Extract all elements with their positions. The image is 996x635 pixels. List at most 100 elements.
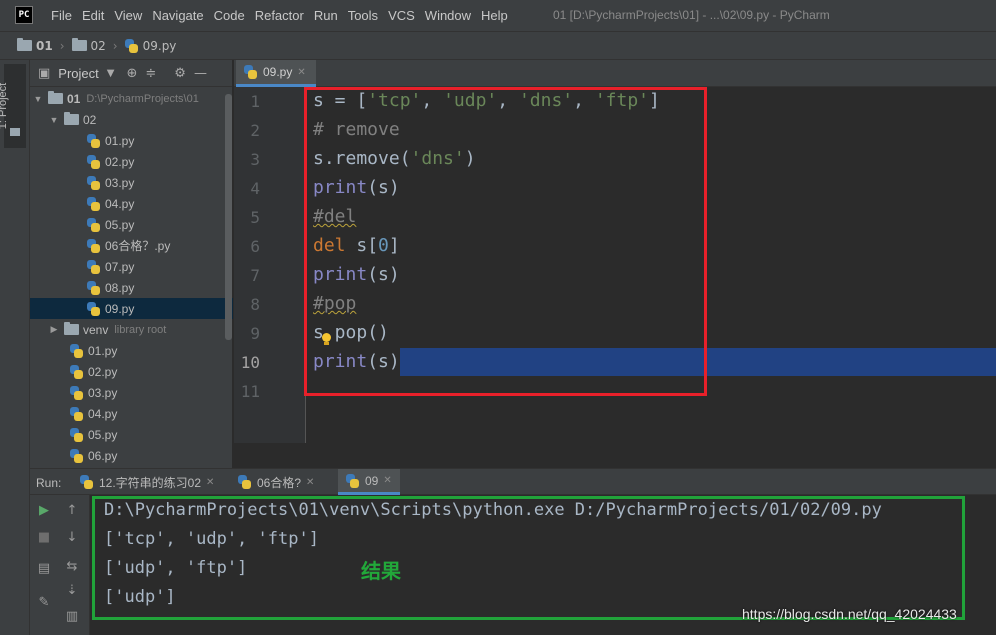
expand-arrow-icon[interactable]: ▼: [32, 94, 44, 104]
locate-target-icon[interactable]: ⊕: [126, 66, 137, 81]
python-file-icon: [87, 196, 101, 211]
text-selection: [400, 348, 996, 376]
tree-item-file[interactable]: 07.py: [30, 256, 233, 277]
close-icon[interactable]: ✕: [383, 475, 391, 486]
line-number: 7: [250, 266, 260, 285]
python-file-icon: [70, 427, 84, 442]
menu-file[interactable]: File: [46, 8, 77, 23]
run-tab-1[interactable]: 12.字符串的练习02 ✕: [72, 469, 222, 495]
code-line-2[interactable]: # remove: [313, 119, 400, 140]
menu-navigate[interactable]: Navigate: [147, 8, 208, 23]
line-number: 3: [250, 150, 260, 169]
project-tool-tab[interactable]: 1: Project: [0, 64, 26, 148]
print-icon[interactable]: ▥: [63, 607, 81, 625]
arrow-up-icon[interactable]: ↑: [63, 501, 81, 519]
code-line-6[interactable]: del s[0]: [313, 235, 400, 256]
tree-item-label: 02.py: [105, 154, 135, 169]
breadcrumb-file[interactable]: 09.py: [124, 38, 176, 53]
breadcrumb-folder[interactable]: 02: [71, 38, 106, 53]
tree-item-file[interactable]: 04.py: [30, 403, 233, 424]
menu-run[interactable]: Run: [309, 8, 343, 23]
tree-item-file[interactable]: 03.py: [30, 172, 233, 193]
soft-wrap-icon[interactable]: ⇆: [63, 557, 81, 575]
menu-vcs[interactable]: VCS: [383, 8, 420, 23]
breadcrumb-root[interactable]: 01: [17, 38, 53, 53]
project-scrollbar[interactable]: [225, 94, 232, 340]
tree-item-file[interactable]: 01.py: [30, 130, 233, 151]
menu-help[interactable]: Help: [476, 8, 513, 23]
code-line-4[interactable]: print(s): [313, 177, 400, 198]
code-editor[interactable]: s = ['tcp', 'udp', 'dns', 'ftp'] # remov…: [307, 87, 996, 443]
code-line-3[interactable]: s.remove('dns'): [313, 148, 476, 169]
breadcrumb-root-label: 01: [36, 38, 53, 53]
tree-item-file[interactable]: 03.py: [30, 382, 233, 403]
tree-item-file[interactable]: 05.py: [30, 424, 233, 445]
tree-item-folder[interactable]: ▼ 02: [30, 109, 233, 130]
run-toolbar: ▶ ↑ ■ ↓ ▤ ⇆ ⇣ ✎ ▥: [30, 495, 90, 635]
project-panel-header: ▣ Project ▼ ⊕ ≑ ⚙ —: [30, 60, 232, 87]
play-icon[interactable]: ▶: [35, 501, 53, 519]
close-icon[interactable]: ✕: [306, 477, 314, 488]
tree-item-label: 02.py: [88, 364, 118, 379]
tree-item-label: 08.py: [105, 280, 135, 295]
stop-icon[interactable]: ■: [35, 528, 53, 546]
window-title: 01 [D:\PycharmProjects\01] - ...\02\09.p…: [553, 8, 830, 22]
code-line-10[interactable]: print(s): [313, 351, 400, 372]
tree-item-file[interactable]: 01.py: [30, 340, 233, 361]
run-label: Run:: [36, 476, 62, 490]
tree-item-file[interactable]: 08.py: [30, 277, 233, 298]
editor-tabs: 09.py ✕: [234, 60, 996, 87]
menu-window[interactable]: Window: [420, 8, 476, 23]
chevron-down-icon[interactable]: ▼: [107, 68, 115, 79]
expand-arrow-icon[interactable]: ▼: [48, 115, 60, 125]
editor-bottom-area: [234, 443, 996, 468]
menu-tools[interactable]: Tools: [343, 8, 383, 23]
menu-view[interactable]: View: [109, 8, 147, 23]
run-tab-3[interactable]: 09 ✕: [338, 469, 400, 495]
tree-item-file[interactable]: 06.py: [30, 445, 233, 466]
scroll-to-end-icon[interactable]: ⇣: [63, 581, 81, 599]
python-file-icon: [87, 217, 101, 232]
tree-item-file[interactable]: 05.py: [30, 214, 233, 235]
project-panel-title[interactable]: Project: [58, 66, 98, 81]
pin-icon[interactable]: ✎: [35, 593, 53, 611]
expand-arrow-icon[interactable]: ▶: [48, 324, 60, 335]
folder-icon: [64, 322, 79, 335]
project-view-icon: ▣: [38, 65, 51, 81]
menu-code[interactable]: Code: [209, 8, 250, 23]
python-file-icon: [238, 475, 252, 489]
close-icon[interactable]: ✕: [297, 67, 305, 78]
arrow-down-icon[interactable]: ↓: [63, 528, 81, 546]
tab-09-py[interactable]: 09.py ✕: [236, 60, 316, 87]
tree-item-file[interactable]: 06合格？.py: [30, 235, 233, 256]
tree-item-label: 06合格？.py: [105, 239, 171, 253]
tree-item-file[interactable]: 02.py: [30, 151, 233, 172]
lightbulb-icon[interactable]: [322, 333, 331, 345]
console-line: ['tcp', 'udp', 'ftp']: [104, 529, 319, 549]
close-icon[interactable]: ✕: [206, 477, 214, 488]
tree-item-venv[interactable]: ▶ venv library root: [30, 319, 233, 340]
tree-item-file-selected[interactable]: 09.py: [30, 298, 233, 319]
gear-icon[interactable]: ⚙: [174, 66, 186, 81]
menu-refactor[interactable]: Refactor: [250, 8, 309, 23]
collapse-all-icon[interactable]: ≑: [145, 66, 156, 81]
layout-icon[interactable]: ▤: [35, 559, 53, 577]
run-tool-bar: Run: 12.字符串的练习02 ✕ 06合格? ✕ 09 ✕: [30, 468, 996, 495]
line-number: 4: [250, 179, 260, 198]
minimize-icon[interactable]: —: [194, 66, 207, 81]
python-file-icon: [87, 301, 101, 316]
breadcrumb-separator-icon: ›: [59, 38, 65, 53]
tree-item-file[interactable]: 04.py: [30, 193, 233, 214]
code-line-8[interactable]: #pop: [313, 293, 356, 314]
code-line-5[interactable]: #del: [313, 206, 356, 227]
line-number-gutter: 1 2 3 4 5 6 7 8 9 10 11: [234, 87, 306, 443]
tree-item-file[interactable]: 02.py: [30, 361, 233, 382]
menu-edit[interactable]: Edit: [77, 8, 109, 23]
python-file-icon: [87, 280, 101, 295]
code-line-1[interactable]: s = ['tcp', 'udp', 'dns', 'ftp']: [313, 90, 660, 111]
tree-item-root[interactable]: ▼ 01 D:\PycharmProjects\01: [30, 88, 233, 109]
run-tab-2[interactable]: 06合格? ✕: [230, 469, 322, 495]
tree-item-label: 01.py: [88, 343, 118, 358]
python-file-icon: [244, 65, 258, 79]
code-line-7[interactable]: print(s): [313, 264, 400, 285]
